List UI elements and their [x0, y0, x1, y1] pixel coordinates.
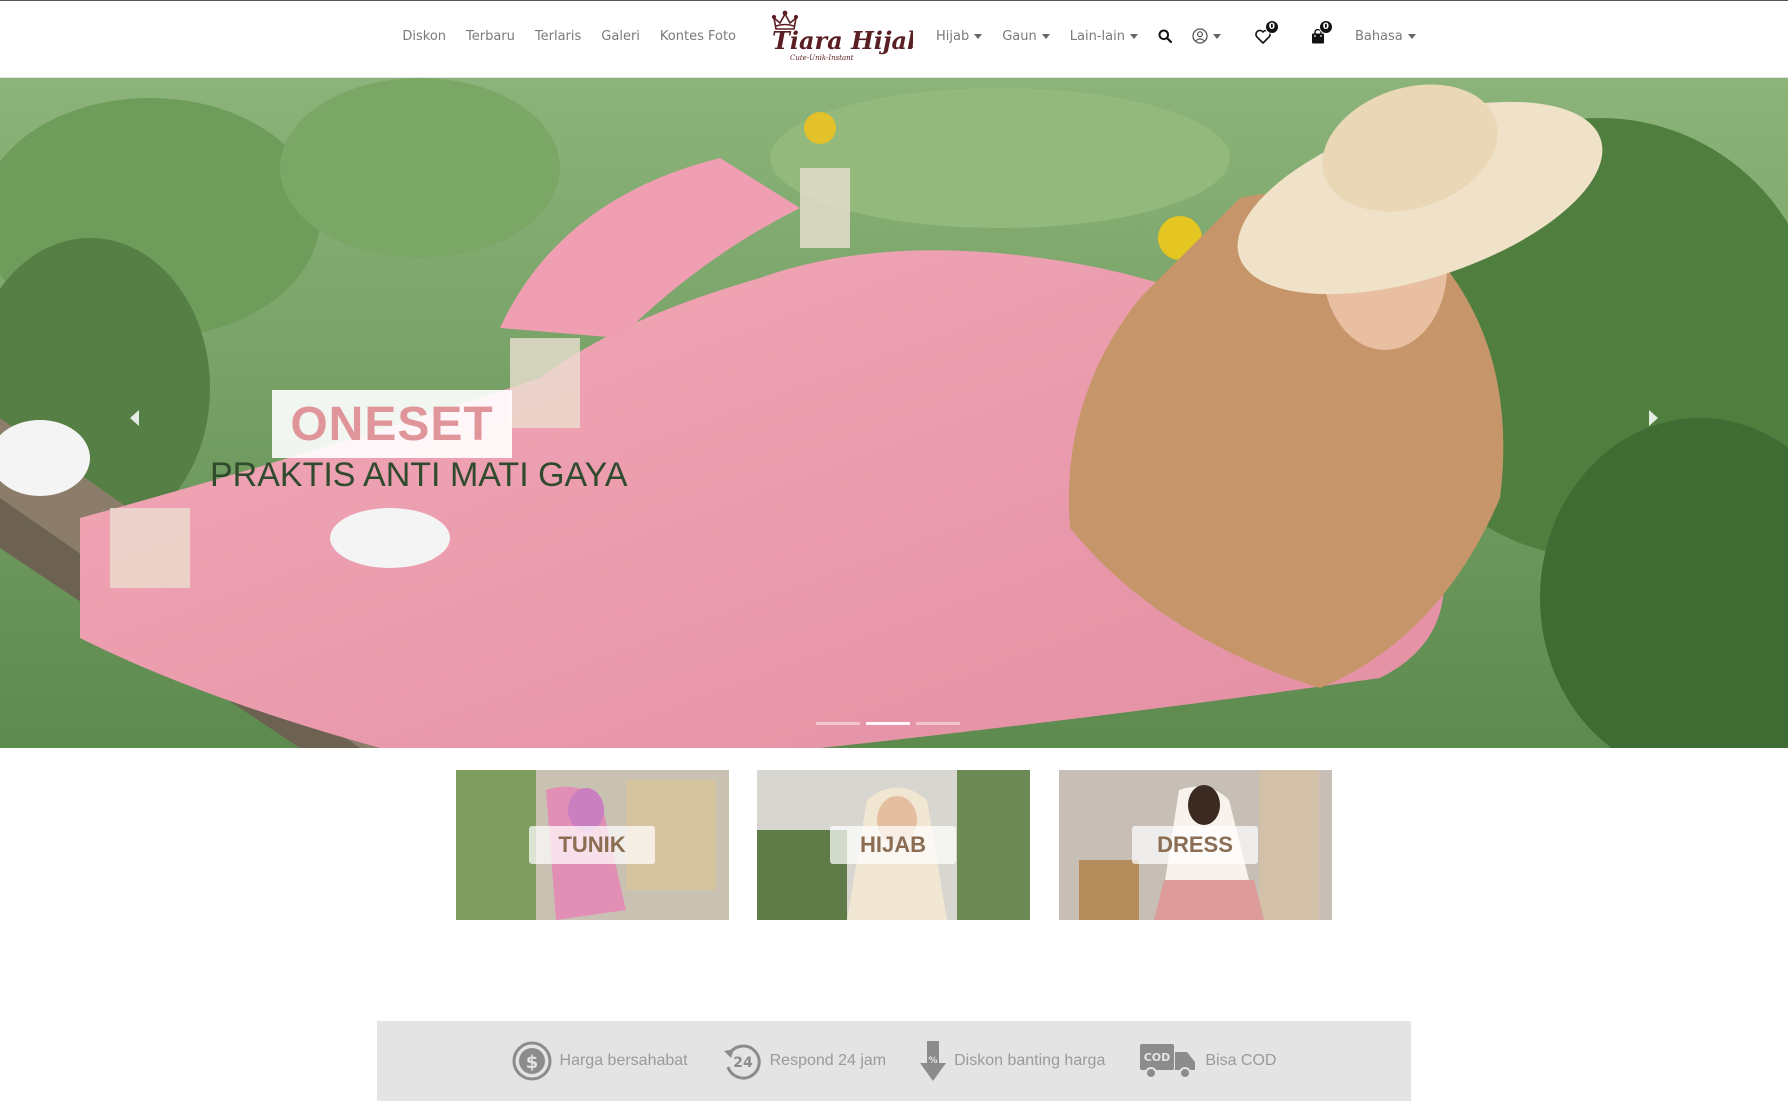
- nav-link-terlaris[interactable]: Terlaris: [535, 29, 581, 44]
- discount-arrow-icon: %: [920, 1041, 947, 1081]
- caret-down-icon: [1041, 33, 1050, 39]
- hero-slide-image: [0, 78, 1788, 748]
- feature-label: Diskon banting harga: [954, 1052, 1106, 1069]
- category-label: TUNIK: [529, 826, 655, 864]
- cart-button[interactable]: 0: [1311, 19, 1333, 44]
- category-tile-tunik[interactable]: TUNIK: [456, 770, 729, 920]
- carousel-prev-button[interactable]: [115, 398, 155, 438]
- cart-count-badge: 0: [1318, 19, 1333, 34]
- caret-down-icon: [1407, 33, 1416, 39]
- nav-dropdown-gaun[interactable]: Gaun: [1002, 29, 1050, 44]
- nav-dropdown-hijab[interactable]: Hijab: [936, 28, 983, 44]
- nav-link-terbaru[interactable]: Terbaru: [466, 29, 515, 44]
- carousel-next-button[interactable]: [1633, 398, 1673, 438]
- category-tile-dress[interactable]: DRESS: [1059, 770, 1332, 920]
- nav-dropdown-lain-lain-label: Lain-lain: [1069, 28, 1125, 44]
- svg-text:$: $: [525, 1052, 538, 1073]
- feature-label: Harga bersahabat: [559, 1052, 688, 1069]
- language-dropdown-label: Bahasa: [1354, 28, 1403, 44]
- cod-icon-text: COD: [1144, 1051, 1171, 1064]
- nav-link-galeri[interactable]: Galeri: [601, 29, 640, 44]
- feature-item: $ Harga bersahabat: [512, 1041, 688, 1081]
- search-icon: [1158, 29, 1172, 43]
- wishlist-count-badge: 0: [1264, 19, 1279, 34]
- caret-down-icon: [1212, 33, 1221, 39]
- svg-text:Cute-Unik-Instant: Cute-Unik-Instant: [790, 54, 854, 62]
- svg-text:Tiara Hijabers: Tiara Hijabers: [772, 26, 913, 55]
- caret-down-icon: [1129, 33, 1138, 39]
- nav-link-kontes-foto[interactable]: Kontes Foto: [660, 29, 736, 44]
- hero-carousel: ONESET PRAKTIS ANTI MATI GAYA: [0, 78, 1788, 748]
- account-dropdown[interactable]: [1192, 28, 1221, 44]
- svg-text:24: 24: [733, 1055, 753, 1071]
- feature-item: % Diskon banting harga: [920, 1041, 1105, 1081]
- carousel-indicator[interactable]: [916, 722, 960, 725]
- category-label: DRESS: [1132, 826, 1258, 864]
- chevron-left-icon: [130, 410, 139, 426]
- nav-dropdown-lain-lain[interactable]: Lain-lain: [1070, 29, 1138, 44]
- search-button[interactable]: [1158, 29, 1172, 43]
- hero-title: ONESET: [290, 397, 494, 451]
- feature-item: 24 Respond 24 jam: [722, 1041, 887, 1081]
- features-bar: $ Harga bersahabat 24 Respond 24 jam % D…: [377, 1021, 1411, 1101]
- top-navbar: Diskon Terbaru Terlaris Galeri Kontes Fo…: [0, 0, 1788, 78]
- nav-dropdown-hijab-label: Hijab: [936, 28, 970, 44]
- carousel-indicators: [816, 722, 960, 725]
- nav-right-group: Hijab Gaun Lain-lain 0 0 Bahasa: [936, 1, 1416, 71]
- nav-dropdown-gaun-label: Gaun: [1002, 28, 1037, 44]
- nav-left-group: Diskon Terbaru Terlaris Galeri Kontes Fo…: [402, 1, 736, 71]
- carousel-indicator[interactable]: [866, 722, 910, 725]
- brand-logo[interactable]: Tiara Hijabers Cute-Unik-Instant: [768, 9, 966, 63]
- wishlist-button[interactable]: 0: [1255, 19, 1279, 44]
- brand-logo-image: Tiara Hijabers Cute-Unik-Instant: [771, 10, 966, 62]
- user-icon: [1192, 28, 1208, 44]
- chevron-right-icon: [1649, 410, 1658, 426]
- dollar-icon: $: [512, 1041, 552, 1081]
- carousel-indicator[interactable]: [816, 722, 860, 725]
- category-tile-hijab[interactable]: HIJAB: [757, 770, 1030, 920]
- feature-item: COD Bisa COD: [1139, 1042, 1276, 1080]
- clock-24-icon: 24: [723, 1044, 761, 1080]
- hero-subtitle: PRAKTIS ANTI MATI GAYA: [210, 456, 628, 494]
- feature-label: Bisa COD: [1205, 1052, 1277, 1069]
- svg-text:%: %: [929, 1056, 938, 1066]
- caret-down-icon: [974, 33, 983, 39]
- feature-label: Respond 24 jam: [769, 1052, 887, 1069]
- cod-truck-icon: COD: [1140, 1044, 1196, 1079]
- language-dropdown[interactable]: Bahasa: [1355, 29, 1416, 44]
- nav-link-diskon[interactable]: Diskon: [402, 29, 446, 44]
- hero-title-box: ONESET: [272, 390, 512, 458]
- category-label: HIJAB: [830, 826, 956, 864]
